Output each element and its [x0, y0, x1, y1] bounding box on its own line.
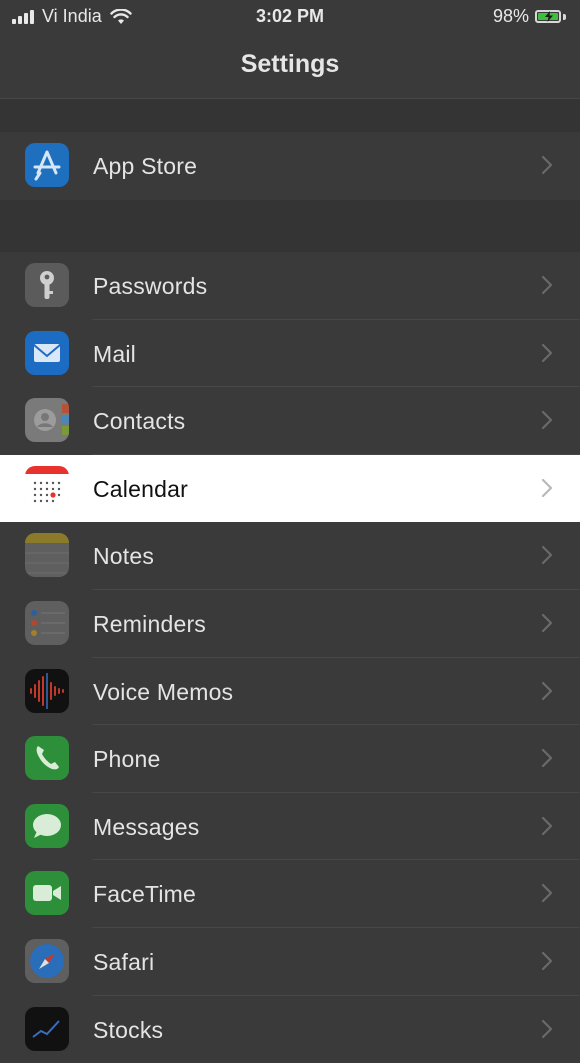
section-spacer — [0, 99, 580, 132]
settings-row-mail[interactable]: Mail — [0, 320, 580, 388]
settings-row-contacts[interactable]: Contacts — [0, 387, 580, 455]
section-spacer — [0, 200, 580, 252]
chevron-right-icon — [541, 613, 553, 633]
chevron-right-icon — [541, 816, 553, 835]
settings-row-phone[interactable]: Phone — [0, 725, 580, 793]
messages-icon — [25, 803, 69, 848]
chevron-right-icon — [541, 155, 553, 175]
nav-bar: Settings — [0, 34, 580, 99]
status-bar-right: 98% — [493, 6, 566, 27]
settings-row-label: FaceTime — [93, 881, 196, 908]
status-bar: Vi India 3:02 PM 98% — [0, 0, 580, 34]
app-store-icon — [25, 143, 69, 187]
chevron-right-icon — [541, 1019, 553, 1038]
chevron-right-icon — [541, 275, 553, 295]
settings-row-voice-memos[interactable]: Voice Memos — [0, 658, 580, 726]
settings-row-notes[interactable]: Notes — [0, 522, 580, 590]
settings-row-calendar[interactable]: Calendar — [0, 454, 580, 523]
chevron-right-icon — [541, 478, 553, 497]
voice-memos-icon — [25, 668, 69, 713]
settings-row-label: Stocks — [93, 1016, 164, 1043]
chevron-right-icon — [541, 681, 553, 700]
settings-group-store: App Store — [0, 132, 580, 200]
settings-row-label: Mail — [93, 340, 136, 367]
chevron-right-icon — [541, 411, 553, 430]
settings-row-facetime[interactable]: FaceTime — [0, 860, 580, 928]
settings-row-passwords[interactable]: Passwords — [0, 252, 580, 320]
settings-row-label: Passwords — [93, 273, 208, 299]
battery-percent: 98% — [492, 6, 529, 26]
chevron-right-icon — [541, 884, 553, 903]
settings-row-label: Safari — [93, 948, 155, 975]
facetime-icon — [25, 871, 69, 916]
phone-icon — [25, 736, 69, 781]
reminders-icon — [25, 600, 69, 645]
settings-row-label: Messages — [93, 813, 200, 840]
settings-row-label: Voice Memos — [93, 678, 234, 705]
notes-icon — [25, 533, 69, 578]
safari-icon — [25, 938, 69, 983]
key-icon — [25, 263, 69, 307]
stocks-icon — [25, 1006, 69, 1051]
settings-row-label: Notes — [93, 543, 155, 570]
settings-row-app-store[interactable]: App Store — [0, 132, 580, 200]
settings-row-stocks[interactable]: Stocks — [0, 996, 580, 1063]
chevron-right-icon — [541, 749, 553, 768]
settings-row-safari[interactable]: Safari — [0, 928, 580, 996]
contacts-icon — [25, 398, 69, 443]
battery-icon — [535, 10, 561, 23]
settings-row-label: Calendar — [93, 475, 188, 502]
settings-row-label: App Store — [93, 153, 198, 179]
battery-cap — [563, 13, 566, 20]
page-title: Settings — [240, 50, 340, 78]
settings-row-label: Reminders — [93, 610, 207, 637]
settings-row-messages[interactable]: Messages — [0, 793, 580, 861]
settings-row-label: Contacts — [93, 408, 186, 435]
settings-row-reminders[interactable]: Reminders — [0, 590, 580, 658]
settings-row-label: Phone — [93, 746, 161, 773]
mail-icon — [25, 330, 69, 375]
chevron-right-icon — [541, 343, 553, 362]
chevron-right-icon — [541, 546, 553, 565]
chevron-right-icon — [541, 951, 553, 971]
calendar-icon — [25, 465, 69, 510]
settings-group-apps: Passwords Mail Contacts Calendar Notes R… — [0, 252, 580, 1063]
